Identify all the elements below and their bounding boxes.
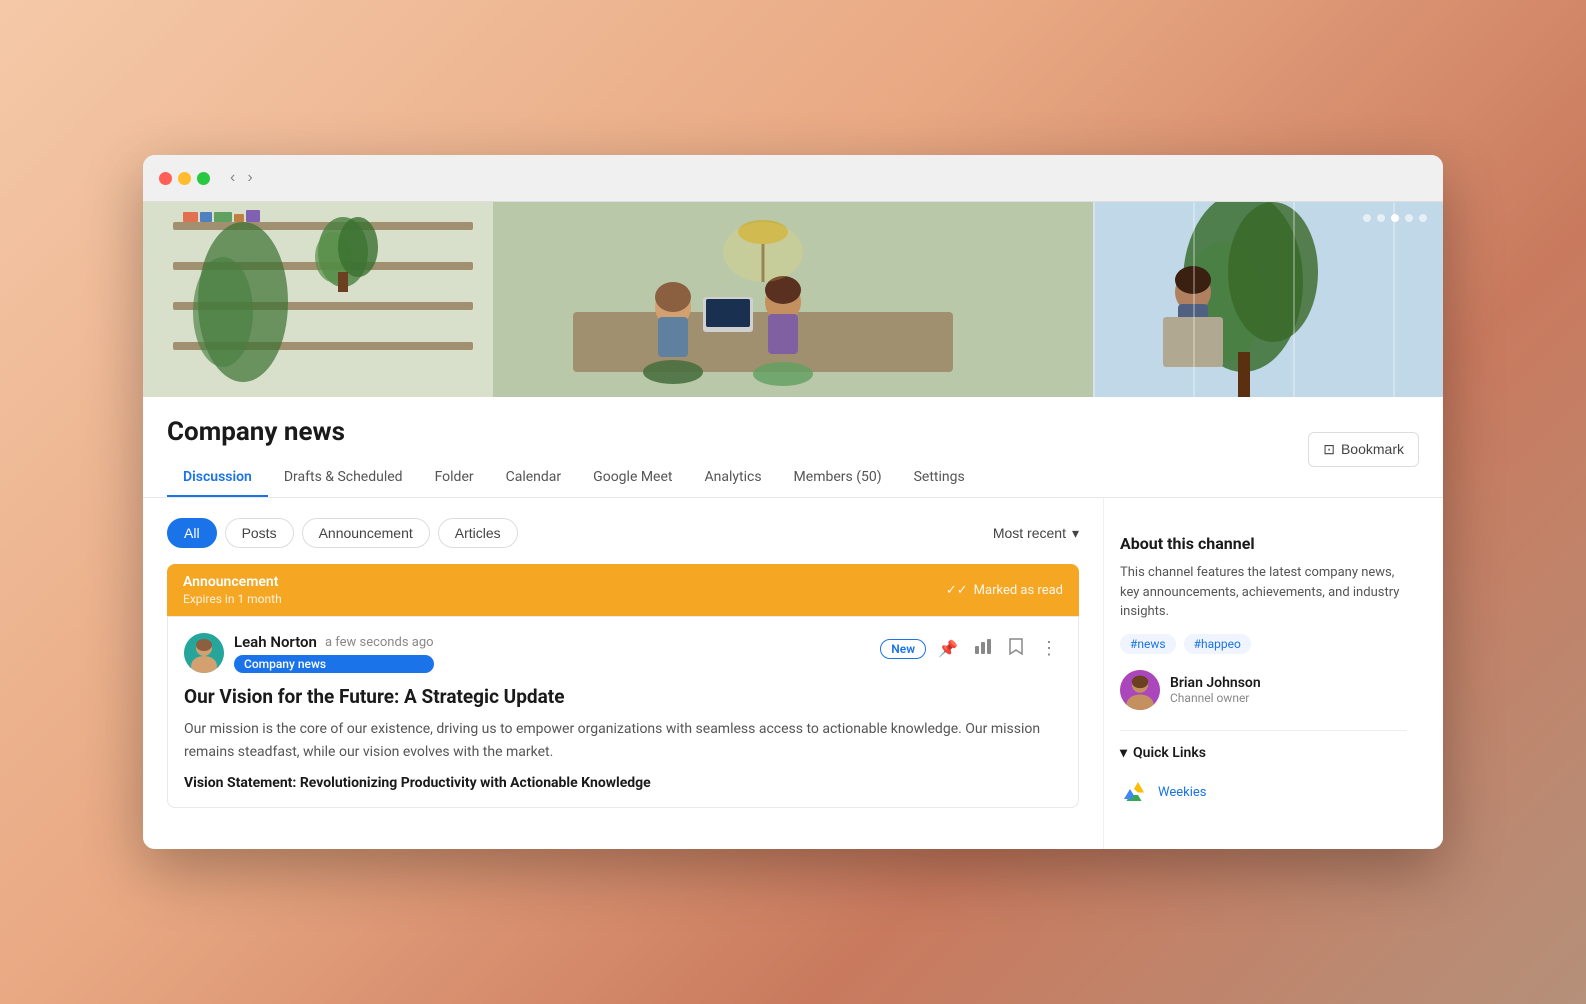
owner-info: Brian Johnson Channel owner (1170, 675, 1261, 705)
about-channel: About this channel This channel features… (1104, 518, 1423, 829)
filter-articles[interactable]: Articles (438, 518, 518, 548)
channel-tabs: Discussion Drafts & Scheduled Folder Cal… (167, 459, 981, 497)
bookmark-icon: ⊡ (1323, 441, 1335, 458)
main-layout: All Posts Announcement Articles Most rec… (143, 498, 1443, 849)
back-button[interactable]: ‹ (226, 167, 239, 189)
pin-icon: 📌 (938, 641, 958, 658)
nav-arrows: ‹ › (226, 167, 257, 189)
owner-role: Channel owner (1170, 691, 1261, 705)
tab-google-meet[interactable]: Google Meet (577, 459, 688, 497)
tab-members[interactable]: Members (50) (778, 459, 898, 497)
more-button[interactable]: ⋮ (1036, 634, 1062, 663)
marked-read: ✓✓ Marked as read (946, 583, 1063, 598)
quick-links-label: Quick Links (1133, 745, 1206, 761)
sort-label: Most recent (993, 525, 1066, 541)
bookmark-post-icon (1008, 642, 1024, 659)
author-name: Leah Norton (234, 633, 317, 651)
channel-title-area: Company news Discussion Drafts & Schedul… (167, 417, 981, 497)
google-drive-icon (1120, 779, 1148, 807)
tab-drafts-scheduled[interactable]: Drafts & Scheduled (268, 459, 419, 497)
post-time: a few seconds ago (325, 635, 434, 650)
page-content: Company news Discussion Drafts & Schedul… (143, 202, 1443, 849)
post-author: Leah Norton a few seconds ago Company ne… (184, 633, 434, 673)
announcement-label: Announcement (183, 574, 282, 590)
carousel-dot-3[interactable] (1391, 214, 1399, 222)
forward-button[interactable]: › (243, 167, 256, 189)
post-header: Leah Norton a few seconds ago Company ne… (184, 633, 1062, 673)
browser-chrome: ‹ › (143, 155, 1443, 202)
quick-links-header[interactable]: ▾ Quick Links (1120, 745, 1407, 761)
checkmark-icon: ✓✓ (946, 583, 968, 598)
browser-window: ‹ › (143, 155, 1443, 849)
marked-read-label: Marked as read (974, 583, 1063, 598)
author-info: Leah Norton a few seconds ago Company ne… (234, 633, 434, 673)
tab-settings[interactable]: Settings (898, 459, 981, 497)
close-button[interactable] (159, 172, 172, 185)
owner-name: Brian Johnson (1170, 675, 1261, 691)
carousel-dots (1363, 214, 1427, 222)
filter-pills: All Posts Announcement Articles (167, 518, 518, 548)
post-excerpt: Our mission is the core of our existence… (184, 718, 1062, 763)
filter-posts[interactable]: Posts (225, 518, 294, 548)
bookmark-button[interactable]: ⊡ Bookmark (1308, 432, 1419, 467)
post-container: Announcement Expires in 1 month ✓✓ Marke… (167, 564, 1079, 808)
hero-image (143, 202, 1443, 397)
channel-owner: Brian Johnson Channel owner (1120, 670, 1407, 710)
analytics-button[interactable] (970, 633, 996, 664)
new-badge: New (880, 639, 926, 659)
quick-link-weekies[interactable]: Weekies (1158, 785, 1206, 800)
chevron-down-icon: ▾ (1072, 525, 1079, 542)
channel-header: Company news Discussion Drafts & Schedul… (143, 397, 1443, 498)
post-title: Our Vision for the Future: A Strategic U… (184, 685, 1062, 708)
owner-avatar (1120, 670, 1160, 710)
carousel-dot-1[interactable] (1363, 214, 1371, 222)
tags-row: #news #happeo (1120, 634, 1407, 654)
filter-announcement[interactable]: Announcement (302, 518, 430, 548)
tag-news[interactable]: #news (1120, 634, 1176, 654)
filter-all[interactable]: All (167, 518, 217, 548)
author-avatar (184, 633, 224, 673)
pin-button[interactable]: 📌 (934, 635, 962, 663)
bookmark-post-button[interactable] (1004, 633, 1028, 664)
carousel-dot-5[interactable] (1419, 214, 1427, 222)
feed-column: All Posts Announcement Articles Most rec… (143, 498, 1103, 849)
minimize-button[interactable] (178, 172, 191, 185)
tab-calendar[interactable]: Calendar (490, 459, 578, 497)
tag-happeo[interactable]: #happeo (1184, 634, 1251, 654)
hero-banner (143, 202, 1443, 397)
announcement-expires: Expires in 1 month (183, 592, 282, 606)
about-title: About this channel (1120, 534, 1407, 553)
maximize-button[interactable] (197, 172, 210, 185)
sort-button[interactable]: Most recent ▾ (993, 525, 1079, 542)
post-vision-statement: Vision Statement: Revolutionizing Produc… (184, 775, 1062, 791)
bar-chart-icon (974, 642, 992, 659)
quick-links-section: ▾ Quick Links (1120, 730, 1407, 813)
author-name-row: Leah Norton a few seconds ago (234, 633, 434, 651)
announcement-info: Announcement Expires in 1 month (183, 574, 282, 606)
carousel-dot-2[interactable] (1377, 214, 1385, 222)
tab-discussion[interactable]: Discussion (167, 459, 268, 497)
sidebar-column: About this channel This channel features… (1103, 498, 1443, 849)
more-icon: ⋮ (1040, 638, 1058, 658)
tab-folder[interactable]: Folder (419, 459, 490, 497)
about-text: This channel features the latest company… (1120, 563, 1407, 622)
tab-analytics[interactable]: Analytics (689, 459, 778, 497)
bookmark-label: Bookmark (1341, 441, 1404, 457)
post-tag[interactable]: Company news (234, 655, 434, 673)
chevron-down-icon: ▾ (1120, 745, 1127, 761)
announcement-banner: Announcement Expires in 1 month ✓✓ Marke… (167, 564, 1079, 616)
channel-title: Company news (167, 417, 981, 447)
traffic-lights (159, 172, 210, 185)
post-actions: New 📌 (880, 633, 1062, 664)
filter-bar: All Posts Announcement Articles Most rec… (167, 518, 1079, 548)
quick-link-item: Weekies (1120, 773, 1407, 813)
post-card: Leah Norton a few seconds ago Company ne… (167, 616, 1079, 808)
carousel-dot-4[interactable] (1405, 214, 1413, 222)
